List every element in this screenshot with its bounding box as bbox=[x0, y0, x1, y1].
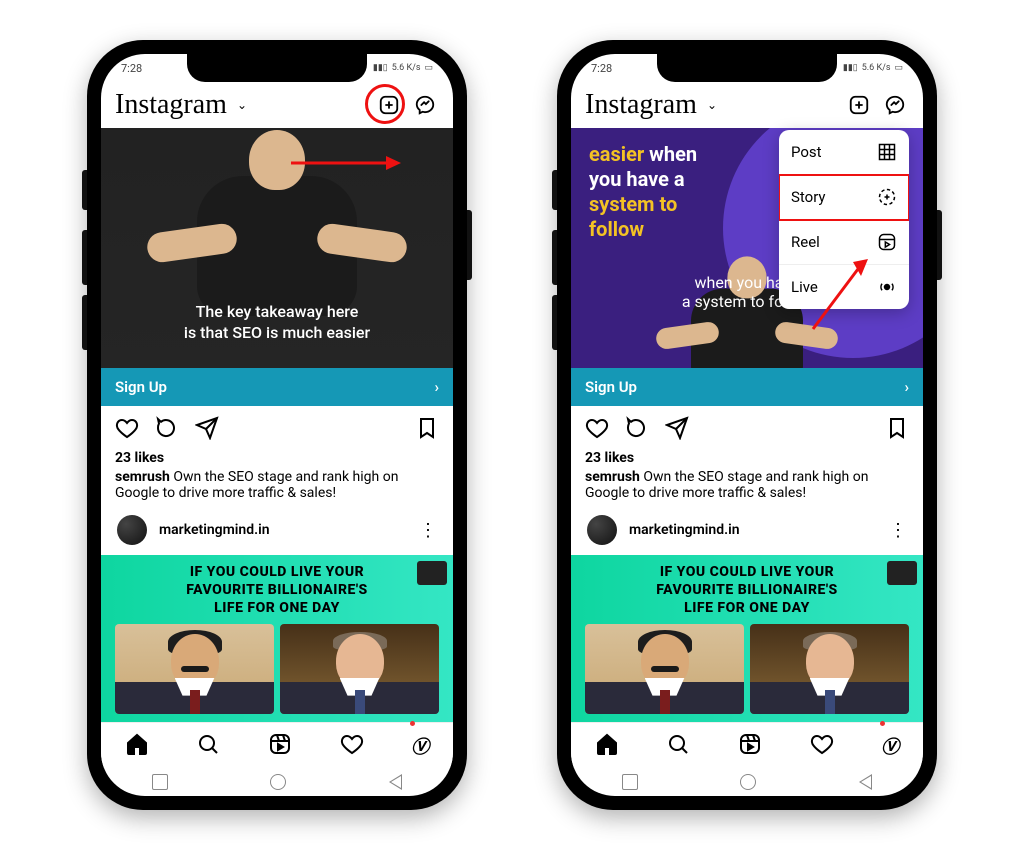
bottom-nav: Ⓥ bbox=[571, 722, 923, 768]
portrait-1 bbox=[115, 624, 274, 714]
back-icon[interactable] bbox=[859, 774, 872, 790]
phone-mock-a: 7:28 ▮▮▯ 5.6 K/s ▭ Instagram ⌄ bbox=[87, 40, 467, 810]
menu-post[interactable]: Post bbox=[779, 130, 909, 175]
avatar[interactable] bbox=[115, 513, 149, 547]
post-caption: semrush Own the SEO stage and rank high … bbox=[585, 469, 909, 501]
post-title: IF YOU COULD LIVE YOUR FAVOURITE BILLION… bbox=[111, 563, 443, 618]
screen-b: 7:28 ▮▮▯ 5.6 K/s ▭ Instagram ⌄ bbox=[571, 54, 923, 796]
cta-signup[interactable]: Sign Up › bbox=[101, 368, 453, 406]
account-name[interactable]: marketingmind.in bbox=[159, 522, 270, 538]
arrow-annotation bbox=[291, 148, 401, 178]
portrait-2 bbox=[750, 624, 909, 714]
post-meta: 23 likes semrush Own the SEO stage and r… bbox=[101, 450, 453, 501]
account-row[interactable]: marketingmind.in ⋮ bbox=[571, 501, 923, 555]
nav-home-icon[interactable] bbox=[595, 732, 619, 760]
system-nav bbox=[571, 770, 923, 794]
create-button[interactable] bbox=[845, 91, 873, 119]
account-row[interactable]: marketingmind.in ⋮ bbox=[101, 501, 453, 555]
like-icon[interactable] bbox=[585, 416, 609, 444]
like-count[interactable]: 23 likes bbox=[585, 450, 909, 466]
portrait-1 bbox=[585, 624, 744, 714]
post-actions bbox=[571, 406, 923, 450]
chevron-down-icon[interactable]: ⌄ bbox=[707, 98, 717, 112]
app-header: Instagram ⌄ bbox=[101, 82, 453, 128]
highlight-circle bbox=[365, 84, 405, 124]
save-icon[interactable] bbox=[885, 416, 909, 444]
phone-mock-b: 7:28 ▮▮▯ 5.6 K/s ▭ Instagram ⌄ bbox=[557, 40, 937, 810]
status-signal-icon: ▮▮▯ bbox=[843, 63, 858, 73]
like-icon[interactable] bbox=[115, 416, 139, 444]
instagram-logo[interactable]: Instagram bbox=[115, 89, 227, 121]
live-icon bbox=[877, 277, 897, 297]
status-time: 7:28 bbox=[591, 62, 612, 75]
status-time: 7:28 bbox=[121, 62, 142, 75]
notification-dot bbox=[880, 721, 885, 726]
status-net: 5.6 K/s bbox=[862, 63, 891, 73]
nav-profile-icon[interactable]: Ⓥ bbox=[881, 733, 899, 759]
post-title: IF YOU COULD LIVE YOUR FAVOURITE BILLION… bbox=[581, 563, 913, 618]
grid-icon bbox=[877, 142, 897, 162]
video-caption: The key takeaway here is that SEO is muc… bbox=[101, 301, 453, 344]
bottom-nav: Ⓥ bbox=[101, 722, 453, 768]
portrait-2 bbox=[280, 624, 439, 714]
nav-activity-icon[interactable] bbox=[810, 732, 834, 760]
post-caption: semrush Own the SEO stage and rank high … bbox=[115, 469, 439, 501]
nav-home-icon[interactable] bbox=[125, 732, 149, 760]
more-icon[interactable]: ⋮ bbox=[419, 520, 439, 541]
post-actions bbox=[101, 406, 453, 450]
cta-signup[interactable]: Sign Up › bbox=[571, 368, 923, 406]
post-headline: easier when you have a system to follow bbox=[589, 142, 773, 242]
status-battery-icon: ▭ bbox=[894, 63, 903, 73]
avatar[interactable] bbox=[585, 513, 619, 547]
status-net: 5.6 K/s bbox=[392, 63, 421, 73]
story-icon bbox=[877, 187, 897, 207]
nav-reels-icon[interactable] bbox=[268, 732, 292, 760]
menu-story[interactable]: Story bbox=[779, 175, 909, 220]
system-nav bbox=[101, 770, 453, 794]
share-icon[interactable] bbox=[665, 416, 689, 444]
post-card[interactable]: IF YOU COULD LIVE YOUR FAVOURITE BILLION… bbox=[571, 555, 923, 722]
comment-icon[interactable] bbox=[155, 416, 179, 444]
screen-a: 7:28 ▮▮▯ 5.6 K/s ▭ Instagram ⌄ bbox=[101, 54, 453, 796]
recent-apps-icon[interactable] bbox=[152, 774, 168, 790]
share-icon[interactable] bbox=[195, 416, 219, 444]
messenger-icon[interactable] bbox=[411, 91, 439, 119]
chevron-down-icon[interactable]: ⌄ bbox=[237, 98, 247, 112]
comment-icon[interactable] bbox=[625, 416, 649, 444]
arrow-annotation bbox=[803, 254, 873, 334]
instagram-logo[interactable]: Instagram bbox=[585, 89, 697, 121]
chevron-right-icon: › bbox=[904, 378, 909, 396]
home-button-icon[interactable] bbox=[740, 774, 756, 790]
messenger-icon[interactable] bbox=[881, 91, 909, 119]
more-icon[interactable]: ⋮ bbox=[889, 520, 909, 541]
chevron-right-icon: › bbox=[434, 378, 439, 396]
account-name[interactable]: marketingmind.in bbox=[629, 522, 740, 538]
nav-profile-icon[interactable]: Ⓥ bbox=[411, 733, 429, 759]
save-icon[interactable] bbox=[415, 416, 439, 444]
nav-search-icon[interactable] bbox=[196, 732, 220, 760]
recent-apps-icon[interactable] bbox=[622, 774, 638, 790]
status-battery-icon: ▭ bbox=[424, 63, 433, 73]
post-meta: 23 likes semrush Own the SEO stage and r… bbox=[571, 450, 923, 501]
nav-search-icon[interactable] bbox=[666, 732, 690, 760]
like-count[interactable]: 23 likes bbox=[115, 450, 439, 466]
back-icon[interactable] bbox=[389, 774, 402, 790]
nav-activity-icon[interactable] bbox=[340, 732, 364, 760]
app-header: Instagram ⌄ bbox=[571, 82, 923, 128]
status-signal-icon: ▮▮▯ bbox=[373, 63, 388, 73]
post-card[interactable]: IF YOU COULD LIVE YOUR FAVOURITE BILLION… bbox=[101, 555, 453, 722]
reel-icon bbox=[877, 232, 897, 252]
watermark-icon bbox=[417, 561, 447, 585]
nav-reels-icon[interactable] bbox=[738, 732, 762, 760]
watermark-icon bbox=[887, 561, 917, 585]
home-button-icon[interactable] bbox=[270, 774, 286, 790]
notification-dot bbox=[410, 721, 415, 726]
